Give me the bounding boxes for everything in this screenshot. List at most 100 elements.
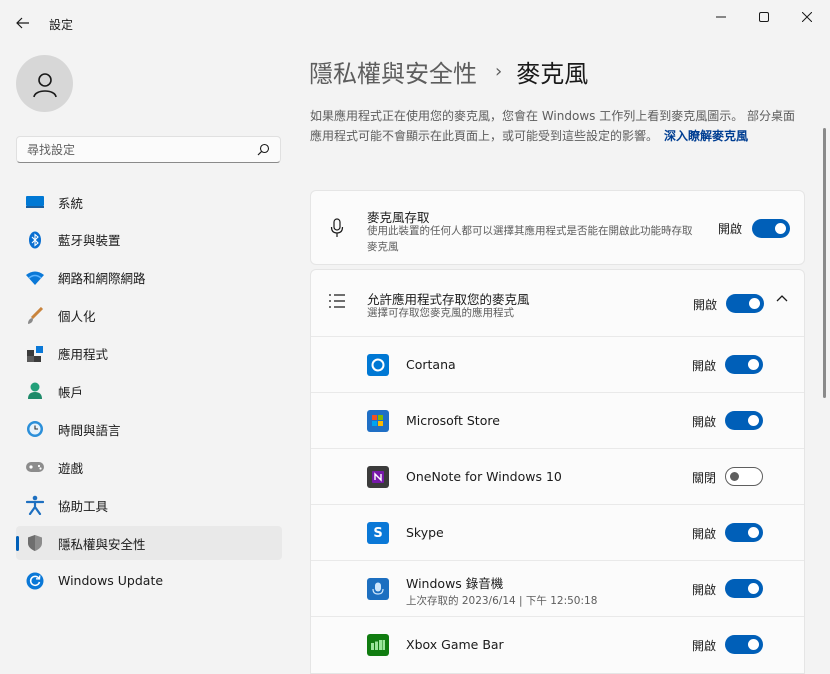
brush-icon [25,306,45,326]
user-icon [32,72,57,97]
accessibility-icon [25,495,45,516]
onenote-icon [367,466,389,488]
chevron-up-icon[interactable] [776,294,788,302]
microphone-access-card: 麥克風存取 使用此裝置的任何人都可以選擇其應用程式是否能在開啟此功能時存取麥克風… [310,190,805,265]
sidebar-item-windows-update[interactable]: Windows Update [16,564,282,598]
app-name: Skype [406,525,444,540]
toggle-knob [748,639,759,650]
xbox-game-bar-toggle[interactable] [725,635,763,654]
app-row-cortana: Cortana 開啟 [311,336,804,392]
breadcrumb: 隱私權與安全性 › 麥克風 [309,54,588,89]
toggle-knob [749,298,760,309]
sidebar-item-privacy-security[interactable]: 隱私權與安全性 [16,526,282,561]
app-state: 開啟 [691,527,716,541]
sidebar-item-label: 網路和網際網路 [58,271,146,287]
app-state: 開啟 [691,415,716,429]
time-language-icon [25,419,45,439]
app-row-voice-recorder: Windows 錄音機 上次存取的 2023/6/14 | 下午 12:50:1… [311,560,804,616]
xbox-game-bar-icon [367,634,389,656]
skype-glyph: S [373,525,383,541]
app-name: Windows 錄音機 [406,576,504,591]
app-access-toggle[interactable] [726,294,764,313]
close-icon [802,12,812,22]
account-icon [25,381,45,401]
app-name: Cortana [406,357,456,372]
app-title: 設定 [49,18,74,32]
user-avatar[interactable] [16,55,73,112]
sidebar-item-network[interactable]: 網路和網際網路 [16,261,282,295]
sidebar-item-label: 時間與語言 [58,422,121,438]
skype-toggle[interactable] [725,523,763,542]
sidebar-item-apps[interactable]: 應用程式 [16,337,282,371]
sidebar-item-accessibility[interactable]: 協助工具 [16,488,282,522]
microsoft-store-toggle[interactable] [725,411,763,430]
minimize-icon [716,16,726,18]
toggle-knob [748,583,759,594]
sidebar-item-label: Windows Update [58,573,164,589]
mic-access-description: 使用此裝置的任何人都可以選擇其應用程式是否能在開啟此功能時存取麥克風 [367,225,693,253]
page-title: 麥克風 [516,60,589,88]
skype-icon: S [367,522,389,544]
toggle-knob [748,527,759,538]
app-name: Microsoft Store [406,413,500,428]
app-row-microsoft-store: Microsoft Store 開啟 [311,392,804,448]
search-input[interactable] [27,137,247,162]
sidebar-item-label: 帳戶 [58,384,84,400]
gamepad-icon [25,457,45,477]
sidebar-item-label: 個人化 [58,309,96,325]
app-row-skype: S Skype 開啟 [311,504,804,560]
app-row-xbox-game-bar: Xbox Game Bar 開啟 [311,616,804,672]
toggle-knob [730,472,739,481]
sidebar-item-label: 系統 [58,195,84,211]
app-state: 關閉 [691,471,716,485]
back-arrow-icon [16,17,29,29]
onenote-toggle[interactable] [725,467,763,486]
sidebar-item-gaming[interactable]: 遊戲 [16,450,282,484]
app-name: OneNote for Windows 10 [406,469,562,484]
sidebar-item-label: 應用程式 [58,347,109,363]
app-state: 開啟 [691,639,716,653]
sidebar-item-label: 隱私權與安全性 [58,536,146,552]
app-access-description: 選擇可存取您麥克風的應用程式 [367,307,514,319]
bluetooth-icon [25,230,45,250]
sidebar-item-system[interactable]: 系統 [16,185,282,219]
sidebar-item-time-language[interactable]: 時間與語言 [16,412,282,446]
app-last-accessed: 上次存取的 2023/6/14 | 下午 12:50:18 [406,595,598,607]
sidebar-item-personalization[interactable]: 個人化 [16,299,282,333]
sidebar-nav: 系統 藍牙與裝置 網路和網際網路 個人化 應用程式 帳戶 時間與語言 遊戲 協助… [16,185,282,602]
voice-recorder-toggle[interactable] [725,579,763,598]
mic-access-toggle[interactable] [752,219,790,238]
page-description: 如果應用程式正在使用您的麥克風，您會在 Windows 工作列上看到麥克風圖示。… [310,106,805,146]
vertical-scrollbar[interactable] [823,128,826,398]
back-button[interactable] [10,12,36,34]
breadcrumb-separator: › [495,61,503,82]
apps-icon [25,344,45,364]
mic-access-state: 開啟 [717,222,742,236]
voice-recorder-icon [367,578,389,600]
store-icon [367,410,389,432]
learn-more-link[interactable]: 深入瞭解麥克風 [664,129,748,143]
sidebar-item-label: 藍牙與裝置 [58,233,121,249]
app-name: Xbox Game Bar [406,637,504,652]
title-bar: 設定 [0,0,830,44]
toggle-knob [775,223,786,234]
maximize-button[interactable] [749,6,779,28]
minimize-button[interactable] [706,6,736,28]
close-button[interactable] [792,6,822,28]
sidebar-item-bluetooth[interactable]: 藍牙與裝置 [16,223,282,257]
list-icon [328,293,346,309]
windows-update-icon [25,571,45,591]
system-icon [25,192,45,212]
sidebar-item-label: 遊戲 [58,460,84,476]
app-row-onenote: OneNote for Windows 10 關閉 [311,448,804,504]
toggle-knob [748,359,759,370]
cortana-icon [367,354,389,376]
maximize-icon [759,12,769,22]
sidebar-item-accounts[interactable]: 帳戶 [16,374,282,408]
wifi-icon [25,268,45,288]
app-access-state: 開啟 [692,298,717,312]
search-icon[interactable] [257,143,270,156]
breadcrumb-parent-link[interactable]: 隱私權與安全性 [309,54,477,89]
cortana-toggle[interactable] [725,355,763,374]
sidebar-item-label: 協助工具 [58,498,109,514]
